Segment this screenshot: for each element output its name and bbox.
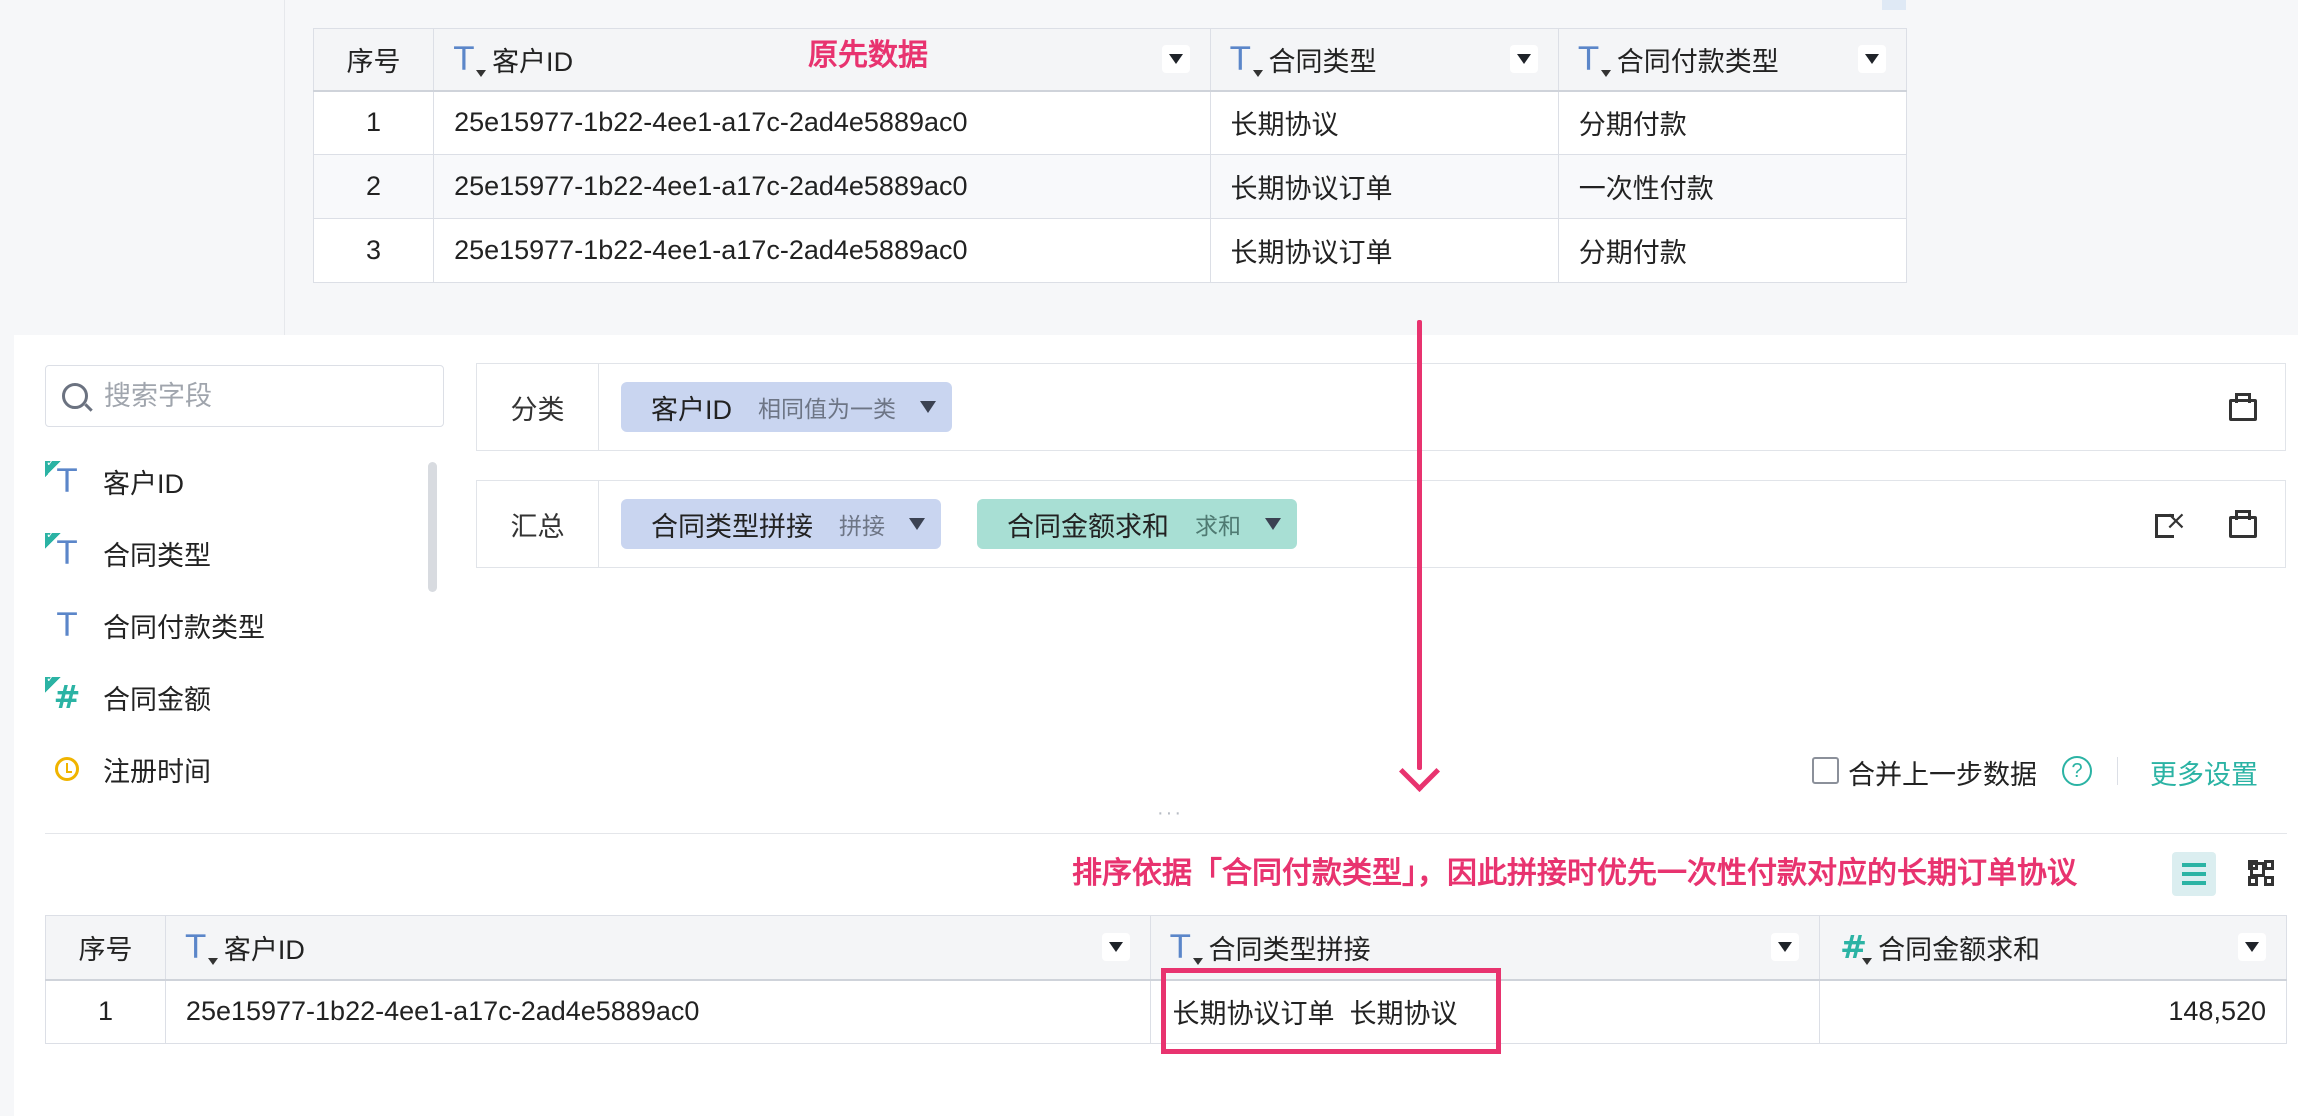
annotation-arrow-head [1398,750,1441,793]
summary-row: 汇总 合同类型拼接 拼接 合同金额求和 求和 [476,480,2286,568]
table-cell: 一次性付款 [1557,154,1908,219]
field-item-contract-amount[interactable]: # 合同金额 [45,672,211,722]
field-item-customer-id[interactable]: T 客户ID [45,456,184,506]
number-field-icon: # [1840,931,1873,966]
table-cell: 148,520 [1819,979,2287,1044]
column-dropdown-icon[interactable] [1161,45,1190,74]
field-list-scrollbar[interactable] [428,462,437,592]
text-field-icon: T [454,43,487,78]
text-field-icon: T [1171,931,1203,966]
table-cell: 长期协议订单 [1209,154,1559,219]
scroll-indicator [1882,0,1906,10]
table-cell: 分期付款 [1557,90,1908,155]
field-label: 合同类型 [103,540,211,571]
resize-handle[interactable]: ··· [1157,802,1183,825]
text-field-icon: T [1231,43,1263,78]
merge-previous-checkbox[interactable] [1812,757,1839,784]
col-header-index: 序号 [45,915,166,981]
col-header-contract-type[interactable]: T 合同类型 [1209,28,1559,92]
column-dropdown-icon[interactable] [1509,45,1538,74]
text-field-icon: T [45,456,89,503]
text-field-icon: T [45,528,89,575]
more-settings-link[interactable]: 更多设置 [2150,753,2258,792]
grid-view-icon[interactable] [2240,852,2284,896]
table-header-row: 序号 T 客户ID T 合同类型 T 合同付款类型 [312,28,1908,92]
table-row: 2 25e15977-1b22-4ee1-a17c-2ad4e5889ac0 长… [312,154,1908,219]
field-label: 注册时间 [103,756,211,787]
field-item-register-time[interactable]: 注册时间 [45,744,211,794]
col-header-payment-type[interactable]: T 合同付款类型 [1557,28,1908,92]
field-label: 合同金额 [103,684,211,715]
table-cell: 25e15977-1b22-4ee1-a17c-2ad4e5889ac0 [433,154,1211,219]
original-data-table: 序号 T 客户ID T 合同类型 T 合同付款类型 1 25e15977-1b22-4… [312,28,1908,283]
col-header-customer-id[interactable]: T 客户ID [164,915,1151,981]
summary-chip-amount-sum[interactable]: 合同金额求和 求和 [977,499,1297,549]
group-chip-customer-id[interactable]: 客户ID 相同值为一类 [621,382,952,432]
group-by-row: 分类 客户ID 相同值为一类 [476,363,2286,451]
field-search-box[interactable] [45,365,444,427]
clock-icon [45,747,89,791]
divider [2117,757,2118,785]
column-dropdown-icon[interactable] [2238,933,2266,962]
table-cell: 25e15977-1b22-4ee1-a17c-2ad4e5889ac0 [433,218,1211,283]
table-cell: 分期付款 [1557,218,1908,283]
column-dropdown-icon[interactable] [1771,933,1800,962]
table-cell: 3 [312,218,435,283]
field-search-input[interactable] [104,380,424,412]
col-header-index: 序号 [312,28,435,92]
column-dropdown-icon[interactable] [1101,933,1130,962]
table-cell: 长期协议订单 [1209,218,1559,283]
col-header-amount-sum[interactable]: # 合同金额求和 [1819,915,2287,981]
group-by-label: 分类 [477,364,599,450]
table-cell: 1 [45,979,166,1044]
chevron-down-icon[interactable] [909,518,925,530]
annotation-sort-note: 排序依据「合同付款类型」，因此拼接时优先一次性付款对应的长期订单协议 [1072,857,2077,890]
clear-filter-icon[interactable] [2149,504,2189,544]
text-field-icon: T [1579,43,1611,78]
annotation-highlight-box [1161,968,1501,1054]
field-item-payment-type[interactable]: T 合同付款类型 [45,600,265,650]
field-item-contract-type[interactable]: T 合同类型 [45,528,211,578]
table-cell: 1 [312,90,435,155]
column-dropdown-icon[interactable] [1858,45,1886,74]
merge-previous-label[interactable]: 合并上一步数据 [1848,753,2037,792]
table-cell: 2 [312,154,435,219]
field-label: 合同付款类型 [103,612,265,643]
briefcase-icon[interactable] [2221,504,2261,544]
text-field-icon: T [186,931,218,966]
chevron-down-icon[interactable] [920,401,936,413]
number-field-icon: # [45,672,89,719]
help-icon[interactable]: ? [2062,756,2092,786]
search-icon [62,383,88,409]
table-cell: 25e15977-1b22-4ee1-a17c-2ad4e5889ac0 [164,979,1151,1044]
annotation-arrow-line [1417,320,1422,770]
text-field-icon: T [57,606,77,644]
field-label: 客户ID [103,468,184,499]
left-edge-strip [0,335,14,1116]
briefcase-icon[interactable] [2221,387,2261,427]
table-row: 1 25e15977-1b22-4ee1-a17c-2ad4e5889ac0 长… [312,90,1908,155]
table-cell: 长期协议 [1209,90,1559,155]
table-row: 3 25e15977-1b22-4ee1-a17c-2ad4e5889ac0 长… [312,218,1908,283]
list-view-icon[interactable] [2172,852,2216,896]
top-left-blank-area [0,0,285,335]
chevron-down-icon[interactable] [1265,518,1281,530]
summary-chip-contract-type-concat[interactable]: 合同类型拼接 拼接 [621,499,941,549]
annotation-original-data: 原先数据 [808,39,928,72]
summary-label: 汇总 [477,481,599,567]
table-cell: 25e15977-1b22-4ee1-a17c-2ad4e5889ac0 [433,90,1211,155]
divider [45,833,2287,834]
